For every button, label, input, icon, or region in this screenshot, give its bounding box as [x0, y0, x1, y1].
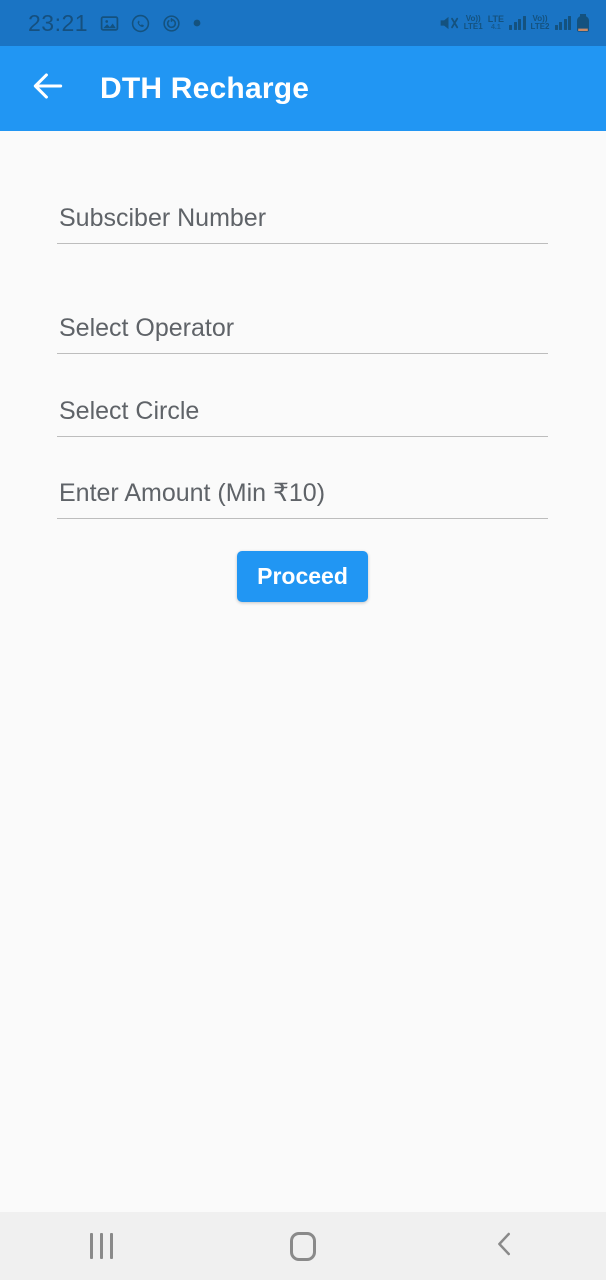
nav-home-button[interactable]	[253, 1212, 353, 1280]
signal2-icon	[554, 16, 571, 30]
select-operator-placeholder: Select Operator	[59, 314, 235, 342]
status-bar: 23:21 Vo)) LTE1 LTE 4.1 Vo)) LTE2	[0, 0, 606, 46]
signal1-icon	[509, 16, 526, 30]
alarm-icon	[162, 14, 181, 33]
mute-icon	[438, 14, 459, 32]
nav-recents-button[interactable]	[51, 1212, 151, 1280]
arrow-left-icon	[29, 67, 67, 110]
status-bar-right: Vo)) LTE1 LTE 4.1 Vo)) LTE2	[438, 13, 590, 33]
back-button[interactable]	[24, 65, 72, 113]
home-icon	[290, 1231, 316, 1261]
battery-icon	[576, 13, 590, 33]
nav-back-button[interactable]	[455, 1212, 555, 1280]
status-clock: 23:21	[28, 9, 89, 36]
lte-bottom: 4.1	[490, 24, 501, 32]
form-container: Subsciber Number Select Operator Select …	[0, 131, 606, 1212]
system-nav-bar	[0, 1212, 606, 1280]
back-icon	[490, 1229, 520, 1264]
enter-amount-field[interactable]: Enter Amount (Min ₹10)	[57, 470, 548, 519]
recents-icon	[89, 1233, 113, 1259]
page-title: DTH Recharge	[100, 71, 310, 105]
select-operator-field[interactable]: Select Operator	[57, 305, 548, 354]
app-bar: DTH Recharge	[0, 46, 606, 131]
volte2-icon: Vo)) LTE2	[531, 15, 550, 31]
dot-icon	[193, 19, 201, 27]
proceed-button[interactable]: Proceed	[237, 551, 368, 602]
enter-amount-placeholder: Enter Amount (Min ₹10)	[59, 479, 326, 507]
volte2-bottom: LTE2	[530, 22, 550, 31]
select-circle-placeholder: Select Circle	[59, 397, 200, 425]
status-bar-left: 23:21	[28, 10, 201, 37]
volte1-icon: Vo)) LTE1	[464, 15, 483, 31]
subscriber-number-placeholder: Subsciber Number	[59, 204, 267, 232]
gallery-icon	[100, 14, 119, 33]
subscriber-number-field[interactable]: Subsciber Number	[57, 195, 548, 244]
lte-icon: LTE 4.1	[487, 13, 505, 32]
lte-top: LTE	[487, 13, 505, 24]
volte1-bottom: LTE1	[463, 22, 483, 31]
select-circle-field[interactable]: Select Circle	[57, 388, 548, 437]
whatsapp-icon	[131, 14, 150, 33]
